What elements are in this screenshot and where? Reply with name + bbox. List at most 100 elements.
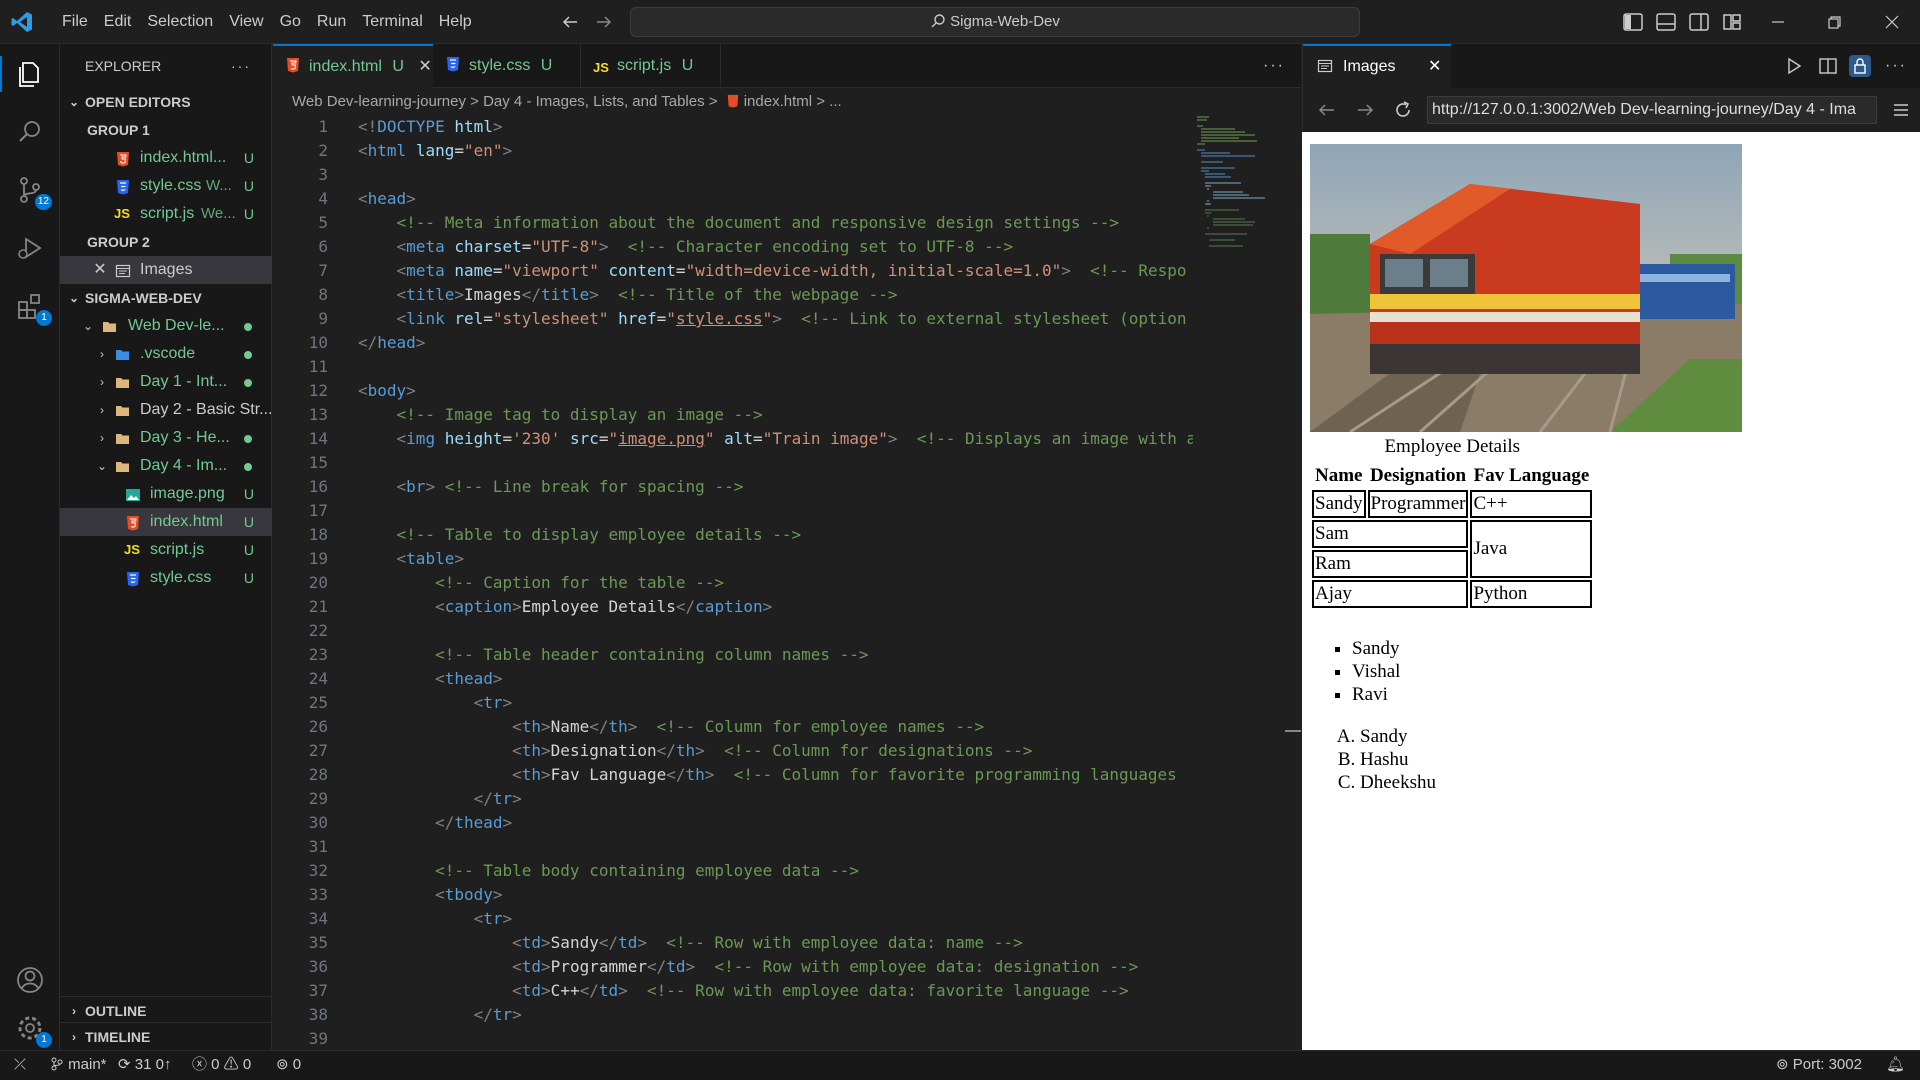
more-actions-icon[interactable]: ··· xyxy=(231,44,251,88)
tab-index-html[interactable]: index.html U ✕ xyxy=(273,44,433,88)
breadcrumb-separator: > xyxy=(816,93,826,110)
tree-folder-day4[interactable]: ⌄ Day 4 - Im... xyxy=(60,452,272,480)
line-number: 6 xyxy=(318,237,328,256)
menu-file[interactable]: File xyxy=(54,0,96,44)
minimap[interactable] xyxy=(1195,115,1290,275)
line-number: 22 xyxy=(308,621,328,640)
timeline-section[interactable]: › TIMELINE xyxy=(60,1022,272,1050)
command-center-search[interactable]: Sigma-Web-Dev xyxy=(630,7,1360,37)
file-name: index.html xyxy=(150,513,223,530)
menu-edit[interactable]: Edit xyxy=(96,0,140,44)
open-editor-index-html[interactable]: index.html... U xyxy=(60,144,272,172)
ports-indicator[interactable]: ⊚ 0 xyxy=(276,1051,301,1079)
run-debug-icon[interactable] xyxy=(12,230,48,266)
manage[interactable]: 1 xyxy=(12,1010,52,1048)
toggle-panel-icon[interactable] xyxy=(1655,11,1677,33)
menu-view[interactable]: View xyxy=(221,0,271,44)
header-designation: Designation xyxy=(1369,465,1467,486)
ports-count: 0 xyxy=(292,1056,302,1073)
chevron-down-icon: ⌄ xyxy=(68,291,80,305)
tree-folder-vscode[interactable]: › .vscode xyxy=(60,340,272,368)
menu-icon[interactable] xyxy=(1889,98,1913,122)
problems-indicator[interactable]: ⓧ 0 ⚠ 0 xyxy=(192,1051,251,1079)
modified-dot xyxy=(244,463,252,471)
breadcrumb-item[interactable]: Day 4 - Images, Lists, and Tables xyxy=(483,93,705,110)
remote-icon[interactable]: ⤫ xyxy=(0,1051,40,1079)
line-number: 19 xyxy=(308,549,328,568)
outline-section[interactable]: › OUTLINE xyxy=(60,996,272,1024)
split-editor-icon[interactable] xyxy=(1817,55,1839,77)
branch-indicator[interactable]: main* xyxy=(50,1051,107,1079)
live-server-port[interactable]: ⊚ Port: 3002 xyxy=(1776,1051,1862,1079)
breadcrumb-item[interactable]: ... xyxy=(829,93,842,110)
table-cell: Java xyxy=(1470,520,1593,578)
minimize-icon[interactable] xyxy=(1766,10,1790,34)
open-editor-style-css[interactable]: style.css W... U xyxy=(60,172,272,200)
breadcrumb-item[interactable]: Web Dev-learning-journey xyxy=(292,93,466,110)
back-arrow-icon[interactable] xyxy=(560,12,580,32)
url-input[interactable]: http://127.0.0.1:3002/Web Dev-learning-j… xyxy=(1427,96,1877,124)
customize-layout-icon[interactable] xyxy=(1721,11,1743,33)
tree-file-style-css[interactable]: style.css U xyxy=(60,564,272,592)
code-line: <br> <!-- Line break for spacing --> xyxy=(396,477,744,496)
close-icon[interactable]: ✕ xyxy=(92,256,108,284)
close-window-icon[interactable] xyxy=(1880,10,1904,34)
chevron-right-icon: › xyxy=(72,1030,76,1044)
toggle-primary-sidebar-icon[interactable] xyxy=(1622,11,1644,33)
close-icon[interactable]: ✕ xyxy=(1428,46,1441,88)
source-control[interactable]: 12 xyxy=(12,172,52,210)
more-actions-icon[interactable]: ··· xyxy=(1885,44,1907,88)
line-number: 31 xyxy=(308,837,328,856)
menu-go[interactable]: Go xyxy=(272,0,309,44)
bell-icon[interactable]: 🔔︎ xyxy=(1886,1051,1905,1079)
more-actions-icon[interactable]: ··· xyxy=(1263,44,1285,88)
lock-icon[interactable] xyxy=(1849,55,1871,77)
close-icon[interactable]: ✕ xyxy=(418,58,431,75)
menu-selection[interactable]: Selection xyxy=(139,0,221,44)
html-file-icon xyxy=(727,94,738,108)
tree-folder-day2[interactable]: › Day 2 - Basic Str... xyxy=(60,396,272,424)
extensions[interactable]: 1 xyxy=(12,288,52,326)
open-editor-script-js[interactable]: JS script.js We... U xyxy=(60,200,272,228)
line-number: 21 xyxy=(308,597,328,616)
forward-arrow-icon[interactable] xyxy=(1353,98,1377,122)
breadcrumb-item[interactable]: index.html xyxy=(744,93,812,110)
tree-folder-day1[interactable]: › Day 1 - Int... xyxy=(60,368,272,396)
line-number: 38 xyxy=(308,1005,328,1024)
tree-file-script-js[interactable]: JS script.js U xyxy=(60,536,272,564)
run-icon[interactable] xyxy=(1783,55,1805,77)
tree-file-index-html[interactable]: index.html U xyxy=(60,508,272,536)
code-editor[interactable]: 1 <!DOCTYPE html> 2 <html lang="en"> 3 4 <h… xyxy=(273,115,1193,1050)
status-bar: ⤫ main* ⟳ 31 0↑ ⓧ 0 ⚠ 0 ⊚ 0 ⊚ Port: 3002… xyxy=(0,1050,1920,1080)
tree-file-image-png[interactable]: image.png U xyxy=(60,480,272,508)
tree-folder-day3[interactable]: › Day 3 - He... xyxy=(60,424,272,452)
forward-arrow-icon[interactable] xyxy=(594,12,614,32)
tab-images-preview[interactable]: Images ✕ xyxy=(1303,44,1451,88)
tab-script-js[interactable]: JS script.js U xyxy=(581,44,721,88)
open-editors-section[interactable]: ⌄ OPEN EDITORS xyxy=(60,88,272,116)
toggle-secondary-sidebar-icon[interactable] xyxy=(1688,11,1710,33)
explorer-icon[interactable] xyxy=(12,56,48,92)
menu-help[interactable]: Help xyxy=(431,0,480,44)
code-line: <html lang="en"> xyxy=(358,141,513,160)
code-line: <td>Sandy</td> <!-- Row with employee da… xyxy=(512,933,1023,952)
search-icon[interactable] xyxy=(12,114,48,150)
css-file-icon xyxy=(117,180,129,195)
list-item: Dheekshu xyxy=(1360,771,1436,794)
restore-icon[interactable] xyxy=(1822,10,1846,34)
scm-badge: 12 xyxy=(34,194,52,210)
table-cell: Programmer xyxy=(1367,490,1469,518)
sync-indicator[interactable]: ⟳ 31 0↑ xyxy=(118,1051,171,1079)
css-file-icon xyxy=(127,572,139,587)
menu-run[interactable]: Run xyxy=(309,0,354,44)
account-icon[interactable] xyxy=(12,962,48,998)
project-section[interactable]: ⌄ SIGMA-WEB-DEV xyxy=(60,284,272,312)
tree-folder-root[interactable]: ⌄ Web Dev-le... xyxy=(60,312,272,340)
menu-terminal[interactable]: Terminal xyxy=(354,0,430,44)
tab-status: U xyxy=(681,57,694,74)
tab-style-css[interactable]: style.css U xyxy=(433,44,581,88)
reload-icon[interactable] xyxy=(1391,98,1415,122)
back-arrow-icon[interactable] xyxy=(1315,98,1339,122)
open-editor-images[interactable]: ✕ Images xyxy=(60,256,272,284)
table-row: Sandy Programmer C++ xyxy=(1312,490,1593,518)
